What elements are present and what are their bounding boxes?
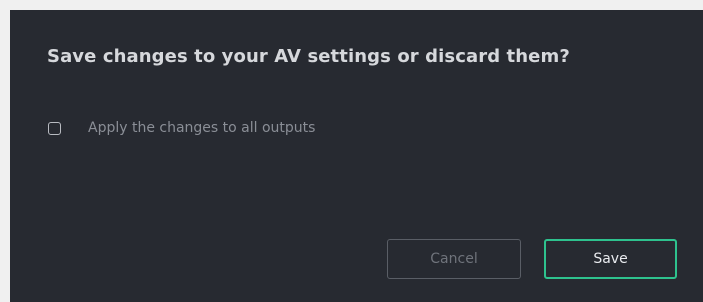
save-changes-dialog: Save changes to your AV settings or disc…: [10, 10, 703, 302]
apply-all-outputs-option[interactable]: Apply the changes to all outputs: [48, 118, 315, 138]
cancel-button[interactable]: Cancel: [387, 239, 521, 279]
apply-all-outputs-label: Apply the changes to all outputs: [88, 120, 316, 136]
apply-all-outputs-checkbox[interactable]: [48, 121, 61, 135]
save-button[interactable]: Save: [544, 239, 677, 279]
dialog-title: Save changes to your AV settings or disc…: [47, 46, 570, 67]
